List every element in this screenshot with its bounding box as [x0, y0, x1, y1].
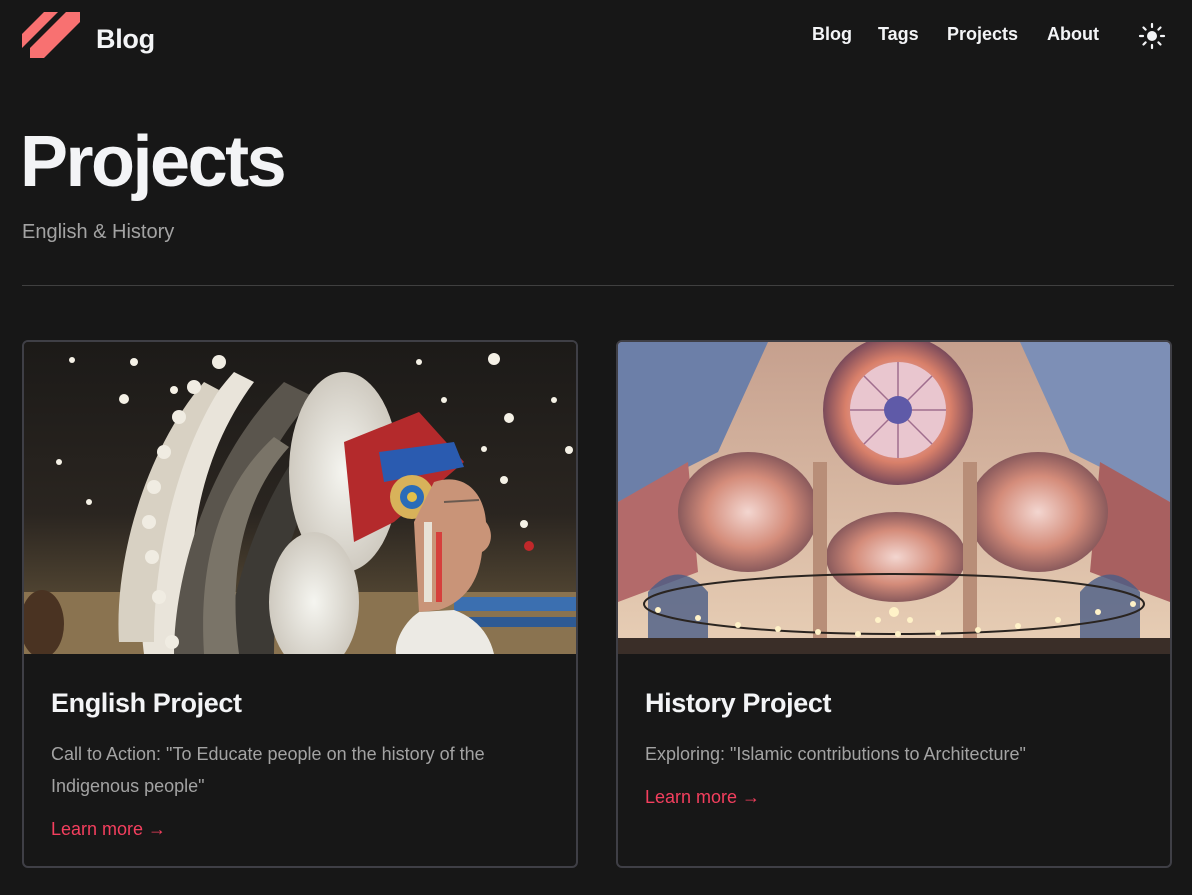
site-header: Blog Blog Tags Projects About: [0, 0, 1192, 80]
project-description-english: Call to Action: "To Educate people on th…: [51, 744, 485, 796]
project-description-history: Exploring: "Islamic contributions to Arc…: [645, 744, 1026, 764]
brand-link[interactable]: Blog: [96, 24, 155, 55]
project-card-history: History Project Exploring: "Islamic cont…: [616, 340, 1172, 868]
logo-mark: [22, 12, 80, 58]
learn-more-link-history[interactable]: Learn more →: [645, 787, 760, 808]
learn-more-link-english[interactable]: Learn more →: [51, 819, 166, 840]
project-image-english[interactable]: [24, 342, 576, 654]
nav-link-tags[interactable]: Tags: [878, 24, 919, 45]
nav-link-projects[interactable]: Projects: [947, 24, 1018, 45]
theme-toggle-button[interactable]: [1138, 22, 1166, 50]
nav-link-blog[interactable]: Blog: [812, 24, 852, 45]
page-title: Projects: [20, 122, 287, 202]
project-card-english: English Project Call to Action: "To Educ…: [22, 340, 578, 868]
nav-link-about[interactable]: About: [1047, 24, 1099, 45]
project-title-history: History Project: [645, 688, 832, 718]
site-logo-icon[interactable]: [22, 12, 82, 58]
mosque-dome-interior-photo: [618, 342, 1170, 654]
project-image-history[interactable]: [618, 342, 1170, 654]
sun-icon: [1138, 22, 1166, 50]
divider: [22, 285, 1174, 286]
page-subtitle: English & History: [22, 221, 175, 243]
project-title-english: English Project: [51, 688, 242, 718]
indigenous-headdress-photo: [24, 342, 576, 654]
